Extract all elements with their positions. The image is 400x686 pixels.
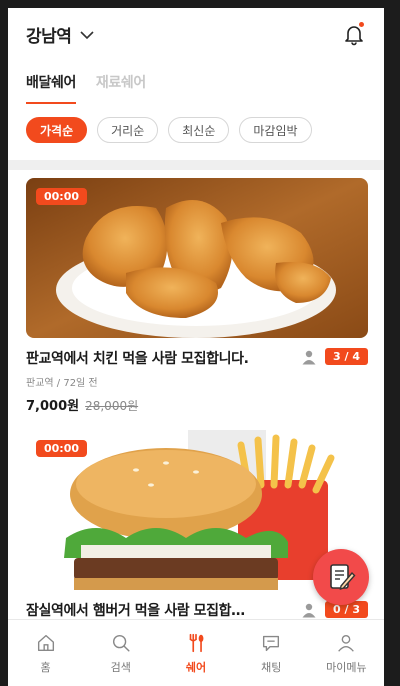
tab-ingredient-share[interactable]: 재료쉐어 — [96, 72, 146, 104]
nav-my-menu-label: 마이메뉴 — [326, 660, 367, 674]
top-bar: 강남역 — [8, 8, 384, 60]
person-icon — [302, 603, 316, 617]
nav-chat[interactable]: 채팅 — [234, 620, 309, 686]
bottom-navigation: 홈 검색 쉐어 채팅 마이메뉴 — [8, 619, 384, 686]
post-title: 판교역에서 치킨 먹을 사람 모집합니다. — [26, 351, 249, 367]
tab-delivery-share[interactable]: 배달쉐어 — [26, 72, 76, 104]
app-screen: 강남역 배달쉐어 재료쉐어 가격순 거리순 최신순 마감임박 00:00 판교역… — [8, 8, 384, 686]
nav-search-label: 검색 — [110, 660, 131, 674]
write-post-button[interactable] — [313, 549, 369, 605]
filter-price[interactable]: 가격순 — [26, 117, 88, 143]
section-divider — [8, 160, 384, 170]
sort-filters: 가격순 거리순 최신순 마감임박 — [26, 117, 312, 143]
filter-deadline[interactable]: 마감임박 — [239, 117, 312, 143]
fried-chicken-image: 00:00 — [26, 178, 368, 338]
nav-my-menu[interactable]: 마이메뉴 — [309, 620, 384, 686]
timer-badge: 00:00 — [36, 188, 88, 205]
member-count-badge: 3 / 4 — [325, 348, 368, 365]
chat-icon — [263, 635, 280, 651]
nav-home-label: 홈 — [40, 660, 51, 674]
home-icon — [37, 634, 54, 651]
filter-latest[interactable]: 최신순 — [168, 117, 230, 143]
share-price: 7,000원 — [26, 399, 80, 414]
nav-home[interactable]: 홈 — [8, 620, 83, 686]
person-icon — [302, 350, 316, 364]
notification-dot — [359, 22, 364, 27]
post-card[interactable]: 00:00 판교역에서 치킨 먹을 사람 모집합니다. 판교역 / 72일 전 … — [26, 178, 368, 414]
original-price: 28,000원 — [85, 399, 139, 413]
write-post-icon — [330, 564, 356, 591]
fork-spoon-icon — [189, 633, 204, 652]
member-count: 3 / 4 — [301, 348, 368, 365]
search-icon — [112, 634, 130, 652]
chevron-down-icon — [80, 30, 94, 39]
nav-share[interactable]: 쉐어 — [158, 620, 233, 686]
filter-distance[interactable]: 거리순 — [97, 117, 159, 143]
user-icon — [338, 634, 355, 652]
nav-share-label: 쉐어 — [185, 660, 207, 674]
location-label: 강남역 — [26, 27, 72, 47]
location-selector[interactable]: 강남역 — [26, 22, 95, 47]
timer-badge: 00:00 — [36, 440, 88, 457]
share-tabs: 배달쉐어 재료쉐어 — [26, 72, 146, 104]
nav-search[interactable]: 검색 — [83, 620, 158, 686]
price-row: 7,000원 28,000원 — [26, 395, 368, 414]
post-location-time: 판교역 / 72일 전 — [26, 378, 98, 389]
post-title: 잠실역에서 햄버거 먹을 사람 모집합… — [26, 603, 245, 619]
nav-chat-label: 채팅 — [261, 660, 282, 674]
